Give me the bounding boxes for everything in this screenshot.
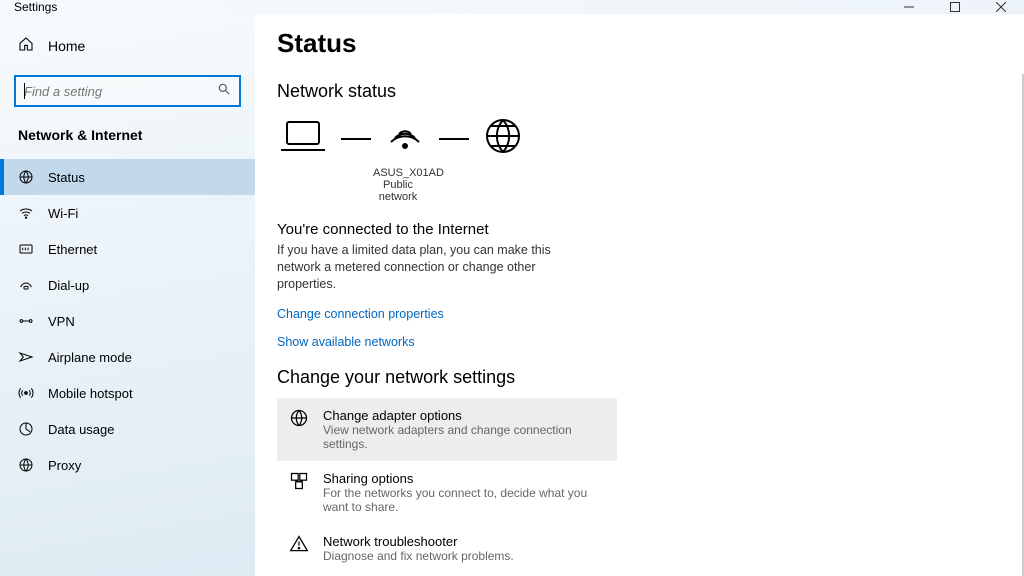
network-status-header: Network status (277, 81, 1024, 102)
home-link[interactable]: Home (0, 28, 255, 63)
sidebar-item-label: Airplane mode (48, 350, 132, 365)
connection-name: ASUS_X01AD (373, 167, 423, 179)
link-change-connection-props[interactable]: Change connection properties (277, 307, 1024, 321)
network-diagram (279, 116, 1024, 161)
sidebar-item-vpn[interactable]: VPN (0, 303, 255, 339)
option-title: Network troubleshooter (323, 534, 514, 549)
window-title: Settings (14, 0, 57, 14)
change-settings-header: Change your network settings (277, 367, 1024, 388)
sidebar-item-proxy[interactable]: Proxy (0, 447, 255, 483)
titlebar: Settings (0, 0, 1024, 14)
sidebar-item-label: Mobile hotspot (48, 386, 133, 401)
globe-large-icon (483, 116, 523, 161)
diagram-line (341, 138, 371, 140)
close-button[interactable] (978, 0, 1024, 14)
search-box[interactable] (14, 75, 241, 107)
adapter-icon (289, 408, 309, 428)
page-title: Status (277, 28, 1024, 59)
sidebar-item-label: VPN (48, 314, 75, 329)
globe-icon (18, 169, 34, 185)
sidebar-item-datausage[interactable]: Data usage (0, 411, 255, 447)
ethernet-icon (18, 241, 34, 257)
maximize-button[interactable] (932, 0, 978, 14)
option-troubleshooter[interactable]: Network troubleshooter Diagnose and fix … (277, 524, 617, 573)
option-desc: Diagnose and fix network problems. (323, 549, 514, 563)
search-icon (217, 82, 231, 101)
sidebar-item-label: Data usage (48, 422, 115, 437)
hotspot-icon (18, 385, 34, 401)
link-show-available-networks[interactable]: Show available networks (277, 335, 1024, 349)
home-icon (18, 36, 34, 55)
option-desc: For the networks you connect to, decide … (323, 486, 605, 514)
connection-label-group: ASUS_X01AD Public network (373, 167, 423, 203)
sharing-icon (289, 471, 309, 491)
sidebar: Home Network & Internet Status Wi-Fi (0, 14, 255, 576)
airplane-icon (18, 349, 34, 365)
settings-window: Settings Home Network & Internet (0, 0, 1024, 576)
window-controls (886, 0, 1024, 14)
sidebar-item-label: Proxy (48, 458, 81, 473)
sidebar-item-label: Dial-up (48, 278, 89, 293)
laptop-icon (279, 118, 327, 159)
sidebar-item-dialup[interactable]: Dial-up (0, 267, 255, 303)
option-sharing[interactable]: Sharing options For the networks you con… (277, 461, 617, 524)
diagram-line (439, 138, 469, 140)
minimize-button[interactable] (886, 0, 932, 14)
connected-header: You're connected to the Internet (277, 221, 1024, 238)
sidebar-item-hotspot[interactable]: Mobile hotspot (0, 375, 255, 411)
proxy-icon (18, 457, 34, 473)
sidebar-item-ethernet[interactable]: Ethernet (0, 231, 255, 267)
text-caret (24, 83, 25, 99)
sidebar-category: Network & Internet (0, 121, 255, 149)
sidebar-item-label: Ethernet (48, 242, 97, 257)
search-wrap (0, 75, 255, 107)
option-title: Change adapter options (323, 408, 605, 423)
body: Home Network & Internet Status Wi-Fi (0, 14, 1024, 576)
option-title: Sharing options (323, 471, 605, 486)
wifi-signal-icon (385, 118, 425, 159)
option-adapter[interactable]: Change adapter options View network adap… (277, 398, 617, 461)
data-usage-icon (18, 421, 34, 437)
troubleshooter-icon (289, 534, 309, 554)
sidebar-item-label: Wi-Fi (48, 206, 78, 221)
option-desc: View network adapters and change connect… (323, 423, 605, 451)
sidebar-item-status[interactable]: Status (0, 159, 255, 195)
sidebar-item-airplane[interactable]: Airplane mode (0, 339, 255, 375)
connection-type: Public network (373, 179, 423, 203)
search-input[interactable] (24, 84, 217, 99)
dialup-icon (18, 277, 34, 293)
main-panel: Status Network status ASUS_X01AD Public … (255, 14, 1024, 576)
vpn-icon (18, 313, 34, 329)
sidebar-item-wifi[interactable]: Wi-Fi (0, 195, 255, 231)
sidebar-item-label: Status (48, 170, 85, 185)
home-label: Home (48, 38, 85, 54)
wifi-icon (18, 205, 34, 221)
network-options: Change adapter options View network adap… (277, 398, 1024, 573)
connected-body: If you have a limited data plan, you can… (277, 242, 587, 293)
